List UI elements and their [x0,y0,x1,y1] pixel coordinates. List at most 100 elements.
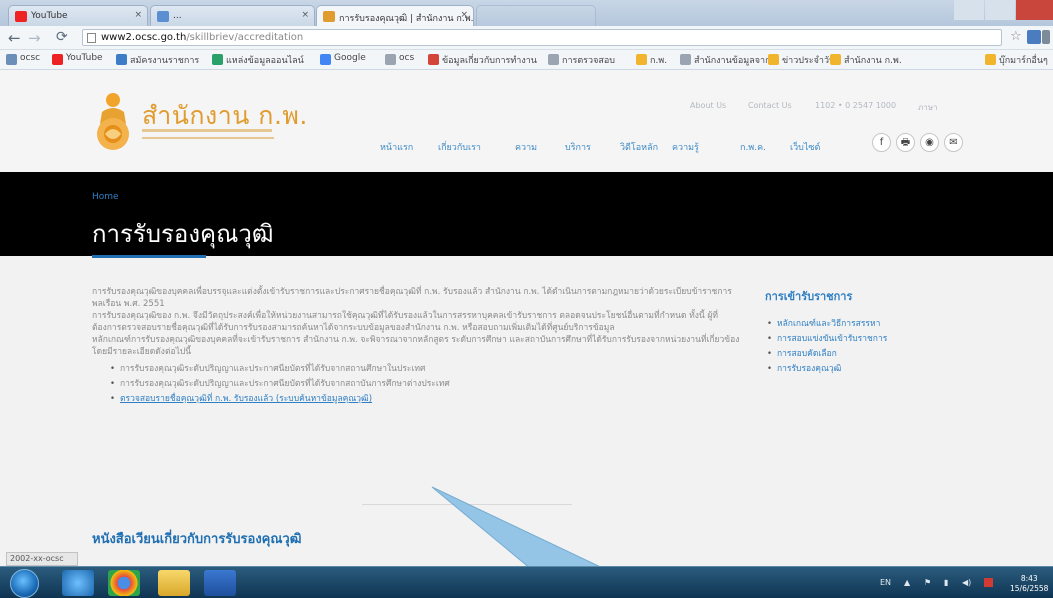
nav-item-video[interactable]: วิดีโอหลัก [620,140,658,154]
start-button[interactable] [10,569,39,598]
bookmark-item[interactable]: สมัครงานราชการ [116,53,199,67]
browser-tab[interactable]: YouTube × [8,5,148,26]
print-icon[interactable]: 🖶 [896,133,915,152]
bookmark-item[interactable]: ocsc [6,53,40,65]
sidebar-item-recruitment-rules[interactable]: หลักเกณฑ์และวิธีการสรรหา [765,317,965,332]
logo-subtitle-line [142,129,272,132]
sidebar-item-accreditation[interactable]: การรับรองคุณวุฒิ [765,362,965,377]
content-paragraph: หลักเกณฑ์การรับรองคุณวุฒิของบุคคลที่จะเข… [92,335,740,357]
bookmark-item[interactable]: สำนักงานข้อมูลจาก [680,53,771,67]
star-icon[interactable]: ☆ [1010,29,1024,44]
bookmark-item[interactable]: Google [320,53,366,65]
page-icon [212,54,223,65]
volume-icon[interactable]: ◀) [962,578,971,587]
address-bar-input[interactable]: www2.ocsc.go.th/skillbriev/accreditation [82,29,1002,46]
content-divider [362,504,572,505]
breadcrumb[interactable]: Home [92,192,119,202]
rss-icon[interactable]: ◉ [920,133,939,152]
close-window-button[interactable] [1016,0,1053,20]
menu-icon[interactable] [1042,30,1050,44]
nav-item-services[interactable]: บริการ [565,140,591,154]
bookmark-item[interactable]: การตรวจสอบ [548,53,615,67]
folder-icon [985,54,996,65]
page-info-icon [87,33,96,43]
nav-item-news[interactable]: ความ [515,140,537,154]
page-title: การรับรองคุณวุฒิ [92,220,274,248]
globe-icon [116,54,127,65]
page-icon [680,54,691,65]
extension-icon[interactable] [1027,30,1041,44]
page-title-banner: Home การรับรองคุณวุฒิ [0,172,1053,256]
browser-tab[interactable]: ... × [150,5,315,26]
bookmark-item[interactable]: ก.พ. [636,53,667,67]
flag-icon[interactable]: ⚑ [924,578,931,587]
internet-explorer-icon[interactable] [62,570,94,596]
top-link-language[interactable]: ภาษา [918,101,938,114]
sidebar-list: หลักเกณฑ์และวิธีการสรรหา การสอบแข่งขันเข… [765,317,965,377]
title-accent-bar [92,255,206,258]
youtube-icon [15,11,27,22]
clock-time: 8:43 [1020,574,1038,583]
url-path: /skillbriev/accreditation [186,32,304,43]
mail-icon [428,54,439,65]
site-header: สำนักงาน ก.พ. About Us Contact Us 1102 •… [0,70,1053,172]
nav-item-knowledge[interactable]: ความรู้ [672,140,699,154]
bookmark-item[interactable]: YouTube [52,53,103,65]
language-indicator[interactable]: EN [880,578,891,587]
sidebar: การเข้ารับราชการ หลักเกณฑ์และวิธีการสรรห… [765,287,965,377]
other-bookmarks[interactable]: บุ๊กมาร์กอื่นๆ [985,53,1048,67]
url-host: www2.ocsc.go.th [101,32,187,43]
file-explorer-icon[interactable] [158,570,190,596]
close-icon[interactable]: × [134,10,142,20]
close-icon[interactable]: × [301,10,309,20]
web-page: สำนักงาน ก.พ. About Us Contact Us 1102 •… [0,70,1053,568]
bookmark-item[interactable]: สำนักงาน ก.พ. [830,53,902,67]
taskbar-clock[interactable]: 8:43 15/6/2558 [1010,574,1048,594]
folder-icon [768,54,779,65]
tab-label: YouTube [31,11,68,21]
tab-label: การรับรองคุณวุฒิ | สำนักงาน ก.พ. [339,14,474,24]
windows-taskbar: EN ▲ ⚑ ▮ ◀) 8:43 15/6/2558 [0,566,1053,598]
folder-icon [636,54,647,65]
bookmark-item[interactable]: แหล่งข้อมูลออนไลน์ [212,53,304,67]
list-item: การรับรองคุณวุฒิระดับปริญญาและประกาศนียบ… [110,377,742,392]
facebook-icon[interactable]: f [872,133,891,152]
bookmark-item[interactable]: ข่าวประจำวัน [768,53,835,67]
sidebar-item-competitive-exam[interactable]: การสอบแข่งขันเข้ารับราชการ [765,332,965,347]
nav-item-home[interactable]: หน้าแรก [380,140,413,154]
network-icon[interactable]: ▮ [944,578,948,587]
ocsc-seal-logo-icon[interactable] [92,90,134,152]
google-icon [320,54,331,65]
nav-item-opc[interactable]: ก.พ.ค. [740,140,766,154]
sidebar-item-selection-exam[interactable]: การสอบคัดเลือก [765,347,965,362]
top-link-contact[interactable]: Contact Us [748,101,792,110]
antivirus-icon[interactable] [984,578,993,587]
back-arrow-icon[interactable]: ← [8,29,21,47]
browser-tab-active[interactable]: การรับรองคุณวุฒิ | สำนักงาน ก.พ. × [316,5,474,26]
chrome-icon[interactable] [108,570,140,596]
reload-icon[interactable]: ⟳ [56,29,68,45]
mail-icon[interactable]: ✉ [944,133,963,152]
page-icon [548,54,559,65]
close-icon[interactable]: × [460,10,468,20]
bookmark-item[interactable]: ข้อมูลเกี่ยวกับการทำงาน [428,53,537,67]
new-tab-button[interactable] [476,5,596,26]
folder-icon [830,54,841,65]
top-link-about[interactable]: About Us [690,101,726,110]
top-link-hotline[interactable]: 1102 • 0 2547 1000 [815,101,896,110]
clock-date: 15/6/2558 [1010,584,1049,593]
word-icon[interactable] [204,570,236,596]
status-bar-url: 2002-xx-ocsc [6,552,78,566]
bookmark-item[interactable]: ocs [385,53,414,65]
nav-item-website[interactable]: เว็บไซต์ [790,140,820,154]
bookmarks-bar: ocsc YouTube สมัครงานราชการ แหล่งข้อมูลอ… [0,50,1053,70]
nav-item-about[interactable]: เกี่ยวกับเรา [438,140,481,154]
logo-subtitle-line [142,137,274,139]
accreditation-list: การรับรองคุณวุฒิระดับปริญญาและประกาศนียบ… [110,362,742,407]
tray-arrow-icon[interactable]: ▲ [904,578,910,587]
minimize-button[interactable] [954,0,984,20]
forward-arrow-icon[interactable]: → [28,29,41,47]
qualification-search-link[interactable]: ตรวจสอบรายชื่อคุณวุฒิที่ ก.พ. รับรองแล้ว… [110,392,742,407]
apps-icon [6,54,17,65]
maximize-button[interactable] [985,0,1015,20]
